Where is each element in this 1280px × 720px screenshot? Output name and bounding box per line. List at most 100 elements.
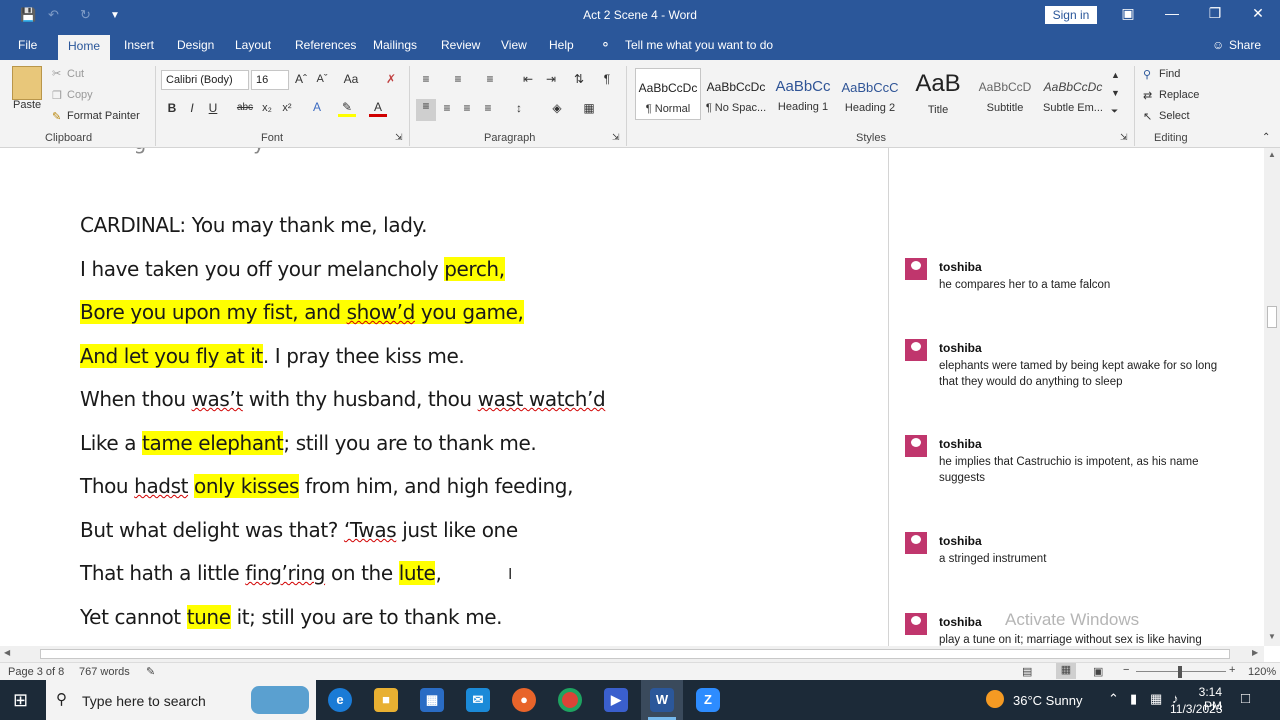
- align-right-icon[interactable]: ≡: [458, 101, 476, 115]
- style-normal[interactable]: AaBbCcDc ¶ Normal: [635, 68, 701, 120]
- tab-layout[interactable]: Layout: [235, 38, 271, 52]
- highlight-icon[interactable]: ✎: [338, 100, 356, 117]
- document-line[interactable]: Yet cannot tune it; still you are to tha…: [80, 605, 503, 629]
- save-icon[interactable]: 💾: [20, 7, 36, 23]
- page-count[interactable]: Page 3 of 8: [8, 666, 64, 678]
- horizontal-scrollbar[interactable]: ◀ ▶: [0, 646, 1264, 662]
- undo-icon[interactable]: ↶: [48, 7, 59, 23]
- styles-scroll-down-icon[interactable]: ▼: [1111, 88, 1120, 98]
- document-line[interactable]: That hath a little fing’ring on the lute…: [80, 561, 442, 585]
- taskbar-search-box[interactable]: ⚲ Type here to search: [46, 680, 316, 720]
- document-line[interactable]: Thou hadst only kisses from him, and hig…: [80, 474, 573, 498]
- select-button[interactable]: Select: [1159, 110, 1190, 122]
- battery-icon[interactable]: ▮: [1130, 691, 1137, 707]
- shrink-font-icon[interactable]: Aˇ: [313, 73, 331, 85]
- increase-indent-icon[interactable]: ⇥: [542, 72, 560, 86]
- styles-scroll-up-icon[interactable]: ▲: [1111, 70, 1120, 80]
- close-icon[interactable]: ✕: [1243, 5, 1273, 22]
- maximize-icon[interactable]: ❐: [1200, 5, 1230, 22]
- scroll-down-icon[interactable]: ▼: [1268, 632, 1276, 641]
- find-button[interactable]: Find: [1159, 68, 1180, 80]
- proofing-icon[interactable]: ✎: [146, 665, 155, 678]
- zoom-slider-thumb[interactable]: [1178, 666, 1182, 678]
- document-line[interactable]: And let you fly at it. I pray thee kiss …: [80, 344, 465, 368]
- shading-icon[interactable]: ◈: [548, 101, 566, 115]
- italic-button[interactable]: I: [183, 101, 201, 115]
- subscript-icon[interactable]: x₂: [258, 102, 276, 114]
- scroll-up-icon[interactable]: ▲: [1268, 150, 1276, 159]
- windows-start-icon[interactable]: ⊞: [13, 690, 28, 711]
- file-explorer-icon[interactable]: ■: [374, 688, 398, 712]
- edge-icon[interactable]: e: [328, 688, 352, 712]
- line-spacing-icon[interactable]: ↕: [510, 101, 528, 115]
- document-page[interactable]: g y CARDINAL: You may thank me, lady. I …: [0, 148, 888, 646]
- web-layout-icon[interactable]: ▣: [1093, 665, 1103, 678]
- justify-icon[interactable]: ≡: [479, 101, 497, 115]
- scroll-left-icon[interactable]: ◀: [4, 648, 10, 657]
- comment[interactable]: toshiba he compares her to a tame falcon: [905, 258, 1235, 298]
- align-center-icon[interactable]: ≡: [438, 101, 456, 115]
- text-effects-icon[interactable]: A: [308, 100, 326, 114]
- style-subtitle[interactable]: AaBbCcD Subtitle: [972, 68, 1038, 120]
- replace-button[interactable]: Replace: [1159, 89, 1199, 101]
- scrollbar-thumb[interactable]: [40, 649, 1230, 659]
- comment[interactable]: toshiba elephants were tamed by being ke…: [905, 339, 1235, 389]
- style-heading-1[interactable]: AaBbCc Heading 1: [770, 68, 836, 120]
- notifications-icon[interactable]: □: [1241, 690, 1250, 707]
- grow-font-icon[interactable]: Aˆ: [292, 72, 310, 86]
- scrollbar-thumb[interactable]: [1267, 306, 1277, 328]
- document-line[interactable]: Like a tame elephant; still you are to t…: [80, 431, 537, 455]
- share-icon[interactable]: ☺: [1212, 38, 1224, 52]
- underline-button[interactable]: U: [204, 101, 222, 115]
- scroll-right-icon[interactable]: ▶: [1252, 648, 1258, 657]
- tell-me-search[interactable]: Tell me what you want to do: [625, 38, 773, 52]
- zoom-in-icon[interactable]: +: [1229, 664, 1235, 676]
- align-left-icon[interactable]: ≡: [416, 99, 436, 121]
- share-button[interactable]: Share: [1229, 38, 1261, 52]
- chrome-icon[interactable]: [558, 688, 582, 712]
- redo-icon[interactable]: ↻: [80, 7, 91, 23]
- superscript-icon[interactable]: x²: [278, 102, 296, 114]
- style-subtle-emphasis[interactable]: AaBbCcDc Subtle Em...: [1040, 68, 1106, 120]
- zoom-app-icon[interactable]: Z: [696, 688, 720, 712]
- styles-more-icon[interactable]: ⏷: [1111, 106, 1118, 117]
- mail-icon[interactable]: ✉: [466, 688, 490, 712]
- paste-button[interactable]: Paste: [13, 99, 41, 111]
- show-formatting-icon[interactable]: ¶: [598, 72, 616, 86]
- paragraph-dialog-launcher-icon[interactable]: ⇲: [612, 132, 620, 143]
- zoom-level[interactable]: 120%: [1248, 666, 1276, 678]
- borders-icon[interactable]: ▦: [580, 101, 598, 115]
- document-line[interactable]: CARDINAL: You may thank me, lady.: [80, 213, 427, 237]
- tab-mailings[interactable]: Mailings: [373, 38, 417, 52]
- document-line[interactable]: When thou was’t with thy husband, thou w…: [80, 387, 606, 411]
- font-color-icon[interactable]: A: [369, 100, 387, 117]
- minimize-icon[interactable]: —: [1157, 5, 1187, 21]
- word-icon[interactable]: W: [650, 688, 674, 712]
- tab-review[interactable]: Review: [441, 38, 480, 52]
- tab-design[interactable]: Design: [177, 38, 214, 52]
- firefox-icon[interactable]: ●: [512, 688, 536, 712]
- clock-date[interactable]: 11/3/2023: [1170, 702, 1223, 716]
- copy-button[interactable]: Copy: [67, 89, 93, 101]
- customize-qat-icon[interactable]: ▼: [110, 10, 120, 21]
- bullets-icon[interactable]: ≡: [417, 72, 435, 86]
- numbering-icon[interactable]: ≡: [449, 72, 467, 86]
- font-name-select[interactable]: Calibri (Body): [161, 70, 249, 90]
- clear-formatting-icon[interactable]: ✗: [382, 72, 400, 86]
- weather-text[interactable]: 36°C Sunny: [1013, 693, 1083, 708]
- bold-button[interactable]: B: [163, 101, 181, 115]
- styles-dialog-launcher-icon[interactable]: ⇲: [1120, 132, 1128, 143]
- decrease-indent-icon[interactable]: ⇤: [519, 72, 537, 86]
- cut-button[interactable]: Cut: [67, 68, 84, 80]
- collapse-ribbon-icon[interactable]: ⌃: [1262, 132, 1270, 143]
- network-icon[interactable]: ▦: [1150, 691, 1162, 707]
- document-line[interactable]: But what delight was that? ‘Twas just li…: [80, 518, 518, 542]
- zoom-out-icon[interactable]: −: [1123, 664, 1129, 676]
- ribbon-display-options-icon[interactable]: ▣: [1113, 5, 1143, 22]
- word-count[interactable]: 767 words: [79, 666, 130, 678]
- sign-in-button[interactable]: Sign in: [1045, 6, 1097, 24]
- print-layout-icon[interactable]: ▦: [1056, 663, 1076, 679]
- tab-references[interactable]: References: [295, 38, 356, 52]
- show-hidden-icons-icon[interactable]: ⌃: [1108, 691, 1119, 707]
- document-line[interactable]: Bore you upon my fist, and show’d you ga…: [80, 300, 524, 324]
